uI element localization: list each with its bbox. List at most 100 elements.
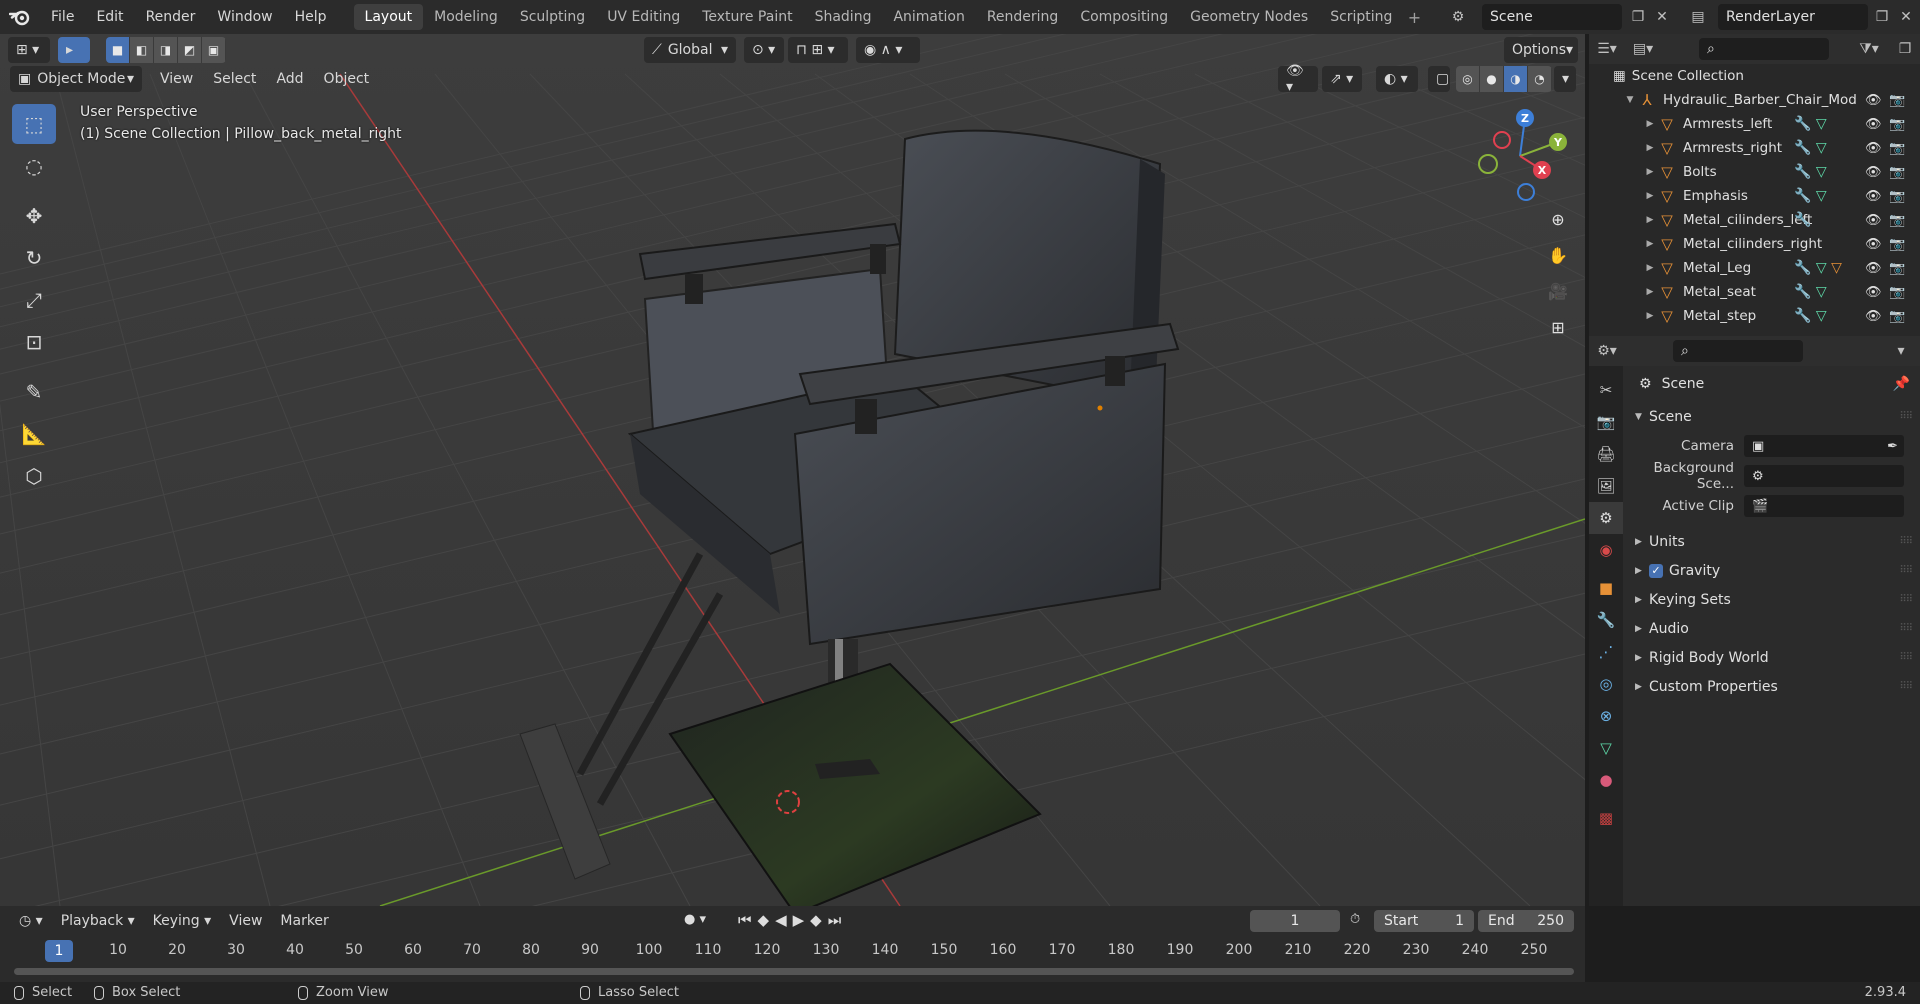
output-tab-icon[interactable]: 🖨 bbox=[1589, 438, 1623, 470]
measure-tool-icon[interactable]: 📐 bbox=[12, 414, 56, 454]
outliner-scene-collection[interactable]: ▦ Scene Collection bbox=[1589, 64, 1920, 88]
tab-texture-paint[interactable]: Texture Paint bbox=[691, 4, 803, 30]
frame-ruler[interactable]: 1 10 20 30 40 50 60 70 80 90 100 110 120 130 140 150 16… bbox=[0, 940, 1585, 962]
ortho-toggle-icon[interactable]: ⊞ bbox=[1543, 312, 1573, 342]
add-cube-tool-icon[interactable]: ⬡ bbox=[12, 456, 56, 496]
view-layer-icon[interactable]: ▤ bbox=[1686, 5, 1710, 29]
delete-scene-icon[interactable]: ✕ bbox=[1650, 5, 1674, 29]
panel-rigid-body-world[interactable]: ▶ Rigid Body World ⠿⠿ bbox=[1625, 643, 1920, 672]
menu-select[interactable]: Select bbox=[203, 66, 266, 92]
eye-icon[interactable]: 👁 bbox=[1865, 261, 1882, 276]
menu-timeline-view[interactable]: View bbox=[220, 913, 271, 929]
gravity-checkbox[interactable]: ✓ bbox=[1649, 563, 1663, 578]
tab-layout[interactable]: Layout bbox=[353, 4, 424, 30]
frame-cursor[interactable]: 1 bbox=[45, 940, 73, 962]
active-clip-field[interactable]: 🎬 bbox=[1744, 495, 1904, 517]
outliner-item[interactable]: ▶ ▽ Metal_cilinders_right 👁 📷 bbox=[1589, 232, 1920, 256]
timeline-scrollbar[interactable] bbox=[14, 968, 1574, 975]
modifier-tab-icon[interactable]: 🔧 bbox=[1589, 604, 1623, 636]
expand-arrow-icon[interactable]: ▶ bbox=[1643, 239, 1657, 249]
outliner-item[interactable]: ▶ ▽ Armrests_right 🔧 ▽ 👁 📷 bbox=[1589, 136, 1920, 160]
drag-handle-icon[interactable]: ⠿⠿ bbox=[1899, 536, 1913, 547]
xray-icon[interactable]: ▢ bbox=[1428, 66, 1450, 92]
outliner-item[interactable]: ▶ ▽ Metal_seat 🔧 ▽ 👁 📷 bbox=[1589, 280, 1920, 304]
render-tab-icon[interactable]: 📷 bbox=[1589, 406, 1623, 438]
render-camera-icon[interactable]: 📷 bbox=[1889, 165, 1905, 180]
expand-arrow-icon[interactable]: ▶ bbox=[1643, 119, 1657, 129]
material-tab-icon[interactable]: ● bbox=[1589, 764, 1623, 796]
3d-viewport[interactable]: ⊞ ▾ ▸ ■ ◧ ◨ ◩ ▣ ⟋ Global ▾ ⊙ ▾ ⊓ ⊞ ▾ ◉ ∧… bbox=[0, 34, 1585, 906]
select-invert-icon[interactable]: ◩ bbox=[178, 37, 202, 63]
camera-view-icon[interactable]: 🎥 bbox=[1543, 276, 1573, 306]
pan-view-icon[interactable]: ✋ bbox=[1543, 240, 1573, 270]
collapse-arrow-icon[interactable]: ▼ bbox=[1623, 95, 1637, 105]
eye-icon[interactable]: 👁 bbox=[1865, 93, 1882, 108]
expand-arrow-icon[interactable]: ▶ bbox=[1643, 167, 1657, 177]
rendered-shading-icon[interactable]: ◔ bbox=[1528, 66, 1552, 92]
gizmo-toggle-icon[interactable]: ⇗ ▾ bbox=[1322, 66, 1362, 92]
outliner-item[interactable]: ▶ ▽ Emphasis 🔧 ▽ 👁 📷 bbox=[1589, 184, 1920, 208]
select-box-tool-icon[interactable]: ⬚ bbox=[12, 104, 56, 144]
menu-object[interactable]: Object bbox=[314, 66, 380, 92]
tab-rendering[interactable]: Rendering bbox=[976, 4, 1070, 30]
render-camera-icon[interactable]: 📷 bbox=[1889, 93, 1905, 108]
panel-units[interactable]: ▶ Units ⠿⠿ bbox=[1625, 527, 1920, 556]
play-icon[interactable]: ▶ bbox=[793, 911, 811, 929]
menu-help[interactable]: Help bbox=[284, 0, 338, 34]
menu-edit[interactable]: Edit bbox=[85, 0, 134, 34]
render-camera-icon[interactable]: 📷 bbox=[1889, 309, 1905, 324]
view-layer-field[interactable]: RenderLayer bbox=[1718, 4, 1868, 30]
tab-sculpting[interactable]: Sculpting bbox=[509, 4, 596, 30]
tab-shading[interactable]: Shading bbox=[804, 4, 883, 30]
outliner-item[interactable]: ▶ ▽ Metal_step 🔧 ▽ 👁 📷 bbox=[1589, 304, 1920, 328]
render-camera-icon[interactable]: 📷 bbox=[1889, 141, 1905, 156]
eye-icon[interactable]: 👁 bbox=[1865, 285, 1882, 300]
scale-tool-icon[interactable]: ⤢ bbox=[12, 280, 56, 320]
tool-tab-icon[interactable]: ✂ bbox=[1589, 374, 1623, 406]
view-layer-tab-icon[interactable]: 🖼 bbox=[1589, 470, 1623, 502]
proportional-edit-icon[interactable]: ◉ ∧ ▾ bbox=[856, 37, 920, 63]
jump-end-icon[interactable]: ⏭ bbox=[828, 911, 848, 929]
tab-modeling[interactable]: Modeling bbox=[423, 4, 509, 30]
render-camera-icon[interactable]: 📷 bbox=[1889, 213, 1905, 228]
outliner-item[interactable]: ▶ ▽ Metal_cilinders_left 🔧 👁 📷 bbox=[1589, 208, 1920, 232]
menu-add[interactable]: Add bbox=[266, 66, 313, 92]
tab-animation[interactable]: Animation bbox=[882, 4, 975, 30]
eye-icon[interactable]: 👁 bbox=[1865, 213, 1882, 228]
select-new-icon[interactable]: ■ bbox=[106, 37, 130, 63]
drag-handle-icon[interactable]: ⠿⠿ bbox=[1899, 594, 1913, 605]
outliner-item[interactable]: ▶ ▽ Bolts 🔧 ▽ 👁 📷 bbox=[1589, 160, 1920, 184]
filter-icon[interactable]: ⧩▾ bbox=[1857, 37, 1881, 61]
expand-arrow-icon[interactable]: ▶ bbox=[1643, 287, 1657, 297]
drag-handle-icon[interactable]: ⠿⠿ bbox=[1899, 565, 1913, 576]
drag-handle-icon[interactable]: ⠿⠿ bbox=[1899, 411, 1913, 422]
menu-view[interactable]: View bbox=[150, 66, 203, 92]
outliner-search-input[interactable]: ⌕ bbox=[1699, 38, 1829, 60]
material-shading-icon[interactable]: ◑ bbox=[1504, 66, 1528, 92]
world-tab-icon[interactable]: ◉ bbox=[1589, 534, 1623, 566]
current-frame-field[interactable]: 1 bbox=[1250, 910, 1340, 932]
pivot-point-icon[interactable]: ⊙ ▾ bbox=[744, 37, 784, 63]
next-keyframe-icon[interactable]: ◆ bbox=[810, 911, 828, 929]
editor-type-icon[interactable]: ⊞ ▾ bbox=[8, 37, 50, 63]
options-dropdown[interactable]: Options ▾ bbox=[1504, 37, 1578, 63]
expand-arrow-icon[interactable]: ▶ bbox=[1643, 191, 1657, 201]
scene-selector-icon[interactable]: ⚙ bbox=[1446, 5, 1470, 29]
panel-audio[interactable]: ▶ Audio ⠿⠿ bbox=[1625, 614, 1920, 643]
blender-logo-icon[interactable] bbox=[0, 0, 40, 34]
new-scene-icon[interactable]: ❐ bbox=[1626, 5, 1650, 29]
panel-scene[interactable]: ▼ Scene ⠿⠿ bbox=[1625, 402, 1920, 431]
play-reverse-icon[interactable]: ◀ bbox=[775, 911, 793, 929]
menu-marker[interactable]: Marker bbox=[271, 913, 337, 929]
menu-file[interactable]: File bbox=[40, 0, 85, 34]
visibility-icon[interactable]: 👁 ▾ bbox=[1278, 63, 1318, 95]
select-intersect-icon[interactable]: ▣ bbox=[202, 37, 226, 63]
scene-name-field[interactable]: Scene bbox=[1482, 4, 1622, 30]
object-mode-dropdown[interactable]: ▣ Object Mode ▾ bbox=[10, 66, 142, 92]
snap-icon[interactable]: ⊓ ⊞ ▾ bbox=[788, 37, 848, 63]
panel-custom-properties[interactable]: ▶ Custom Properties ⠿⠿ bbox=[1625, 672, 1920, 701]
render-camera-icon[interactable]: 📷 bbox=[1889, 189, 1905, 204]
eye-icon[interactable]: 👁 bbox=[1865, 189, 1882, 204]
outliner-collection[interactable]: ▼ ⅄ Hydraulic_Barber_Chair_Mod 👁 📷 bbox=[1589, 88, 1920, 112]
tab-compositing[interactable]: Compositing bbox=[1069, 4, 1179, 30]
